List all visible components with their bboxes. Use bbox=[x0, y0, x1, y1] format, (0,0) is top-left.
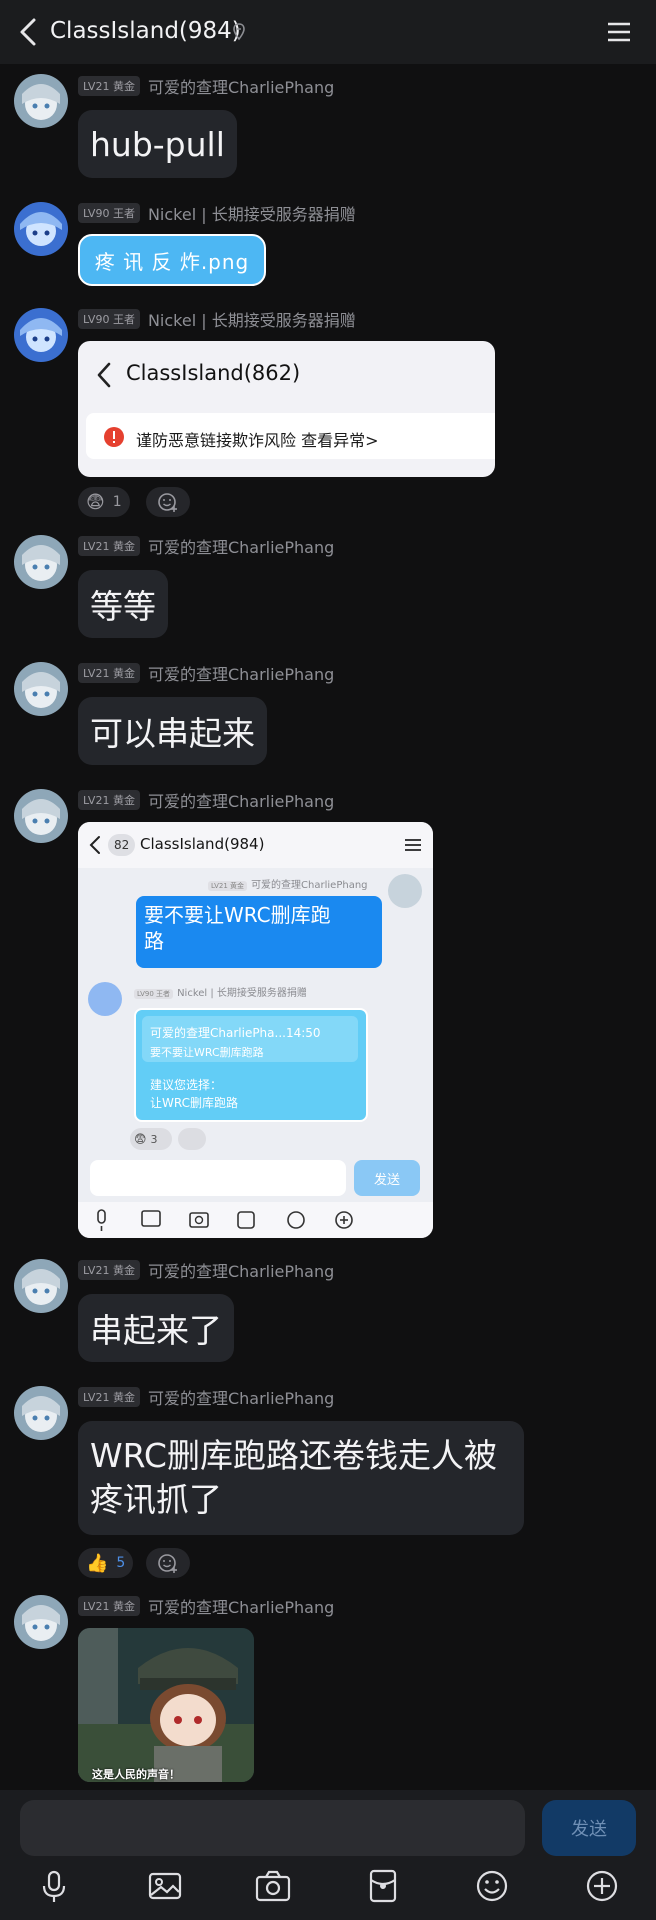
sender-name[interactable]: 可爱的查理CharliePhang bbox=[148, 1258, 334, 1282]
message-bubble[interactable]: hub-pull bbox=[78, 110, 237, 178]
sender-line: LV90 王者 Nickel | 长期接受服务器捐赠 bbox=[78, 201, 356, 225]
level-badge: LV21 黄金 bbox=[78, 663, 140, 683]
unread-badge: 82 bbox=[108, 834, 136, 856]
sender-line: LV21 黄金 可爱的查理CharliePhang bbox=[78, 1258, 334, 1282]
level-badge: LV21 黄金 bbox=[78, 536, 140, 556]
sender-line: LV21 黄金 可爱的查理CharliePhang bbox=[78, 661, 334, 685]
thumbs-up-emoji-icon: 👍 bbox=[86, 1552, 109, 1574]
send-button[interactable]: 发送 bbox=[542, 1800, 636, 1856]
add-reaction-button[interactable] bbox=[146, 1548, 190, 1578]
avatar bbox=[88, 982, 122, 1016]
add-reaction-button bbox=[178, 1128, 206, 1150]
avatar bbox=[388, 874, 422, 908]
message-bubble[interactable]: 串起来了 bbox=[78, 1294, 234, 1362]
screenshot-title: ClassIsland(984) bbox=[140, 835, 265, 853]
camera-icon[interactable] bbox=[253, 1866, 293, 1906]
screenshot-image[interactable]: ClassIsland(862) 谨防恶意链接欺诈风险 查看异常> bbox=[78, 341, 495, 477]
screenshot-input bbox=[90, 1160, 346, 1196]
screenshot-sender: LV90 王者 Nickel | 长期接受服务器捐赠 bbox=[134, 984, 307, 999]
avatar[interactable] bbox=[14, 308, 68, 362]
level-badge: LV90 王者 bbox=[78, 309, 140, 329]
level-badge: LV21 黄金 bbox=[78, 1260, 140, 1280]
sender-name[interactable]: 可爱的查理CharliePhang bbox=[148, 1385, 334, 1409]
screenshot-bubble: 要不要让WRC删库跑 路 bbox=[136, 896, 382, 968]
chat-header: ClassIsland(984) bbox=[0, 0, 656, 64]
sender-line: LV21 黄金 可爱的查理CharliePhang bbox=[78, 534, 334, 558]
screenshot-sender: LV21 黄金 可爱的查理CharliePhang bbox=[208, 876, 368, 891]
microphone-icon[interactable] bbox=[34, 1866, 74, 1906]
level-badge: LV21 黄金 bbox=[78, 1596, 140, 1616]
chat-title[interactable]: ClassIsland(984) bbox=[50, 18, 241, 44]
screenshot-send-button: 发送 bbox=[354, 1160, 420, 1196]
avatar[interactable] bbox=[14, 1595, 68, 1649]
back-arrow-icon[interactable] bbox=[14, 14, 42, 50]
menu-icon[interactable] bbox=[606, 20, 632, 44]
level-badge: LV21 黄金 bbox=[78, 1387, 140, 1407]
avatar[interactable] bbox=[14, 74, 68, 128]
red-packet-icon[interactable] bbox=[363, 1866, 403, 1906]
sender-line: LV21 黄金 可爱的查理CharliePhang bbox=[78, 1385, 334, 1409]
warning-text: 谨防恶意链接欺诈风险 查看异常> bbox=[136, 431, 379, 450]
sender-name[interactable]: 可爱的查理CharliePhang bbox=[148, 788, 334, 812]
add-reaction-button[interactable] bbox=[146, 487, 190, 517]
message-bubble[interactable]: 等等 bbox=[78, 570, 168, 638]
sender-line: LV21 黄金 可爱的查理CharliePhang bbox=[78, 1594, 334, 1618]
reaction-chip[interactable]: 👍 5 bbox=[78, 1548, 134, 1578]
sender-name[interactable]: Nickel | 长期接受服务器捐赠 bbox=[148, 201, 356, 225]
image-icon[interactable] bbox=[145, 1866, 185, 1906]
add-emoji-icon bbox=[158, 1554, 177, 1573]
avatar[interactable] bbox=[14, 535, 68, 589]
fearful-emoji-icon: 😨 bbox=[134, 1132, 147, 1146]
fearful-emoji-icon: 😨 bbox=[86, 491, 105, 513]
level-badge: LV90 王者 bbox=[78, 203, 140, 223]
back-arrow-icon bbox=[89, 836, 100, 854]
screenshot-reply-bubble: 可爱的查理CharliePha...14:50 要不要让WRC删库跑路 建议您选… bbox=[134, 1008, 368, 1122]
screenshot-image[interactable]: 82 ClassIsland(984) LV21 黄金 可爱的查理CharlieP… bbox=[78, 822, 433, 1238]
avatar[interactable] bbox=[14, 789, 68, 843]
avatar[interactable] bbox=[14, 1386, 68, 1440]
reaction-count: 1 bbox=[112, 494, 122, 510]
reaction-chip: 😨 3 bbox=[130, 1128, 172, 1150]
screenshot-toolbar bbox=[78, 1202, 433, 1238]
sender-name[interactable]: 可爱的查理CharliePhang bbox=[148, 661, 334, 685]
emoji-icon[interactable] bbox=[472, 1866, 512, 1906]
sender-line: LV90 王者 Nickel | 长期接受服务器捐赠 bbox=[78, 307, 356, 331]
avatar[interactable] bbox=[14, 662, 68, 716]
menu-icon bbox=[405, 839, 421, 851]
screenshot-title: ClassIsland(862) bbox=[126, 361, 301, 385]
message-input[interactable] bbox=[20, 1800, 525, 1856]
sender-line: LV21 黄金 可爱的查理CharliePhang bbox=[78, 788, 334, 812]
avatar[interactable] bbox=[14, 1259, 68, 1313]
message-bubble[interactable]: 可以串起来 bbox=[78, 697, 267, 765]
back-arrow-icon bbox=[97, 362, 111, 388]
reaction-count: 5 bbox=[116, 1555, 126, 1571]
level-badge: LV21 黄金 bbox=[78, 76, 140, 96]
sender-name[interactable]: Nickel | 长期接受服务器捐赠 bbox=[148, 307, 356, 331]
plus-icon[interactable] bbox=[582, 1866, 622, 1906]
sender-name[interactable]: 可爱的查理CharliePhang bbox=[148, 74, 334, 98]
sticker-image[interactable]: 这是人民的声音！ bbox=[78, 1628, 254, 1782]
alert-icon bbox=[104, 427, 124, 447]
avatar[interactable] bbox=[14, 202, 68, 256]
pin-icon bbox=[233, 23, 245, 41]
sender-name[interactable]: 可爱的查理CharliePhang bbox=[148, 1594, 334, 1618]
reaction-chip[interactable]: 😨 1 bbox=[78, 487, 130, 517]
add-emoji-icon bbox=[158, 493, 177, 512]
level-badge: LV21 黄金 bbox=[78, 790, 140, 810]
sender-line: LV21 黄金 可爱的查理CharliePhang bbox=[78, 74, 334, 98]
file-bubble[interactable]: 疼 讯 反 炸.png bbox=[78, 234, 266, 286]
message-bubble[interactable]: WRC删库跑路还卷钱走人被 疼讯抓了 bbox=[78, 1421, 524, 1535]
sender-name[interactable]: 可爱的查理CharliePhang bbox=[148, 534, 334, 558]
sticker-caption: 这是人民的声音！ bbox=[92, 1768, 180, 1781]
